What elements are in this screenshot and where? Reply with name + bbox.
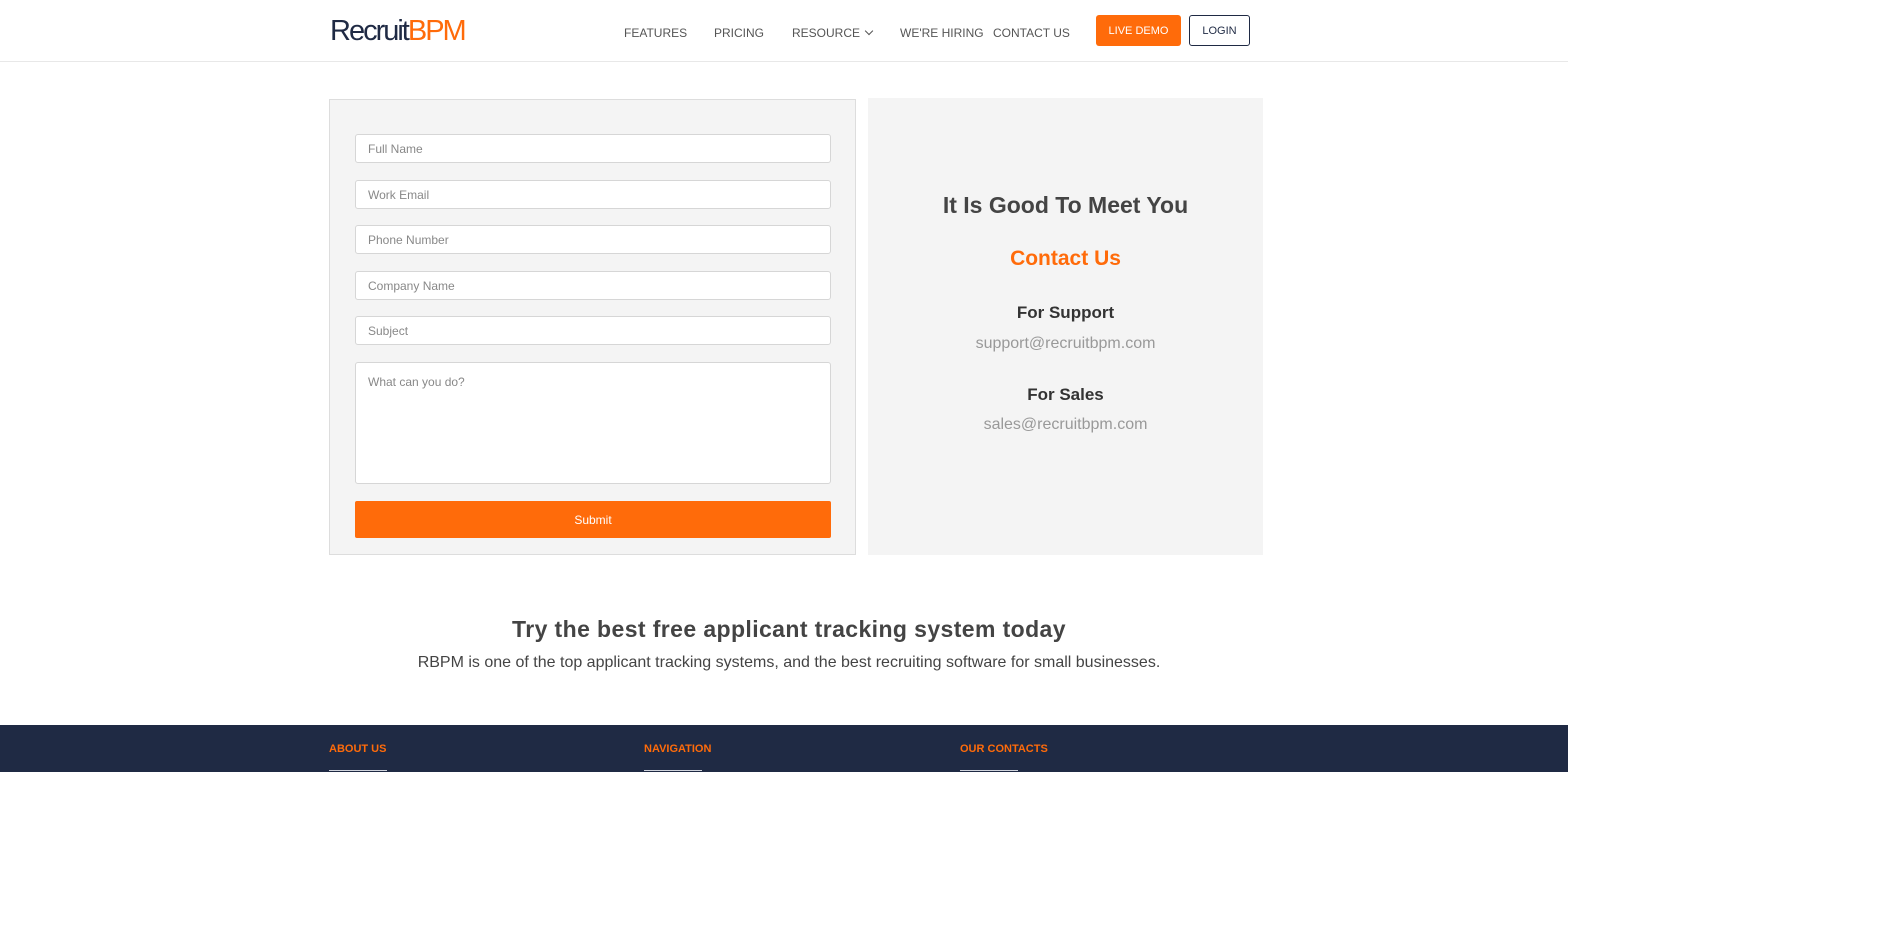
contact-form: Submit xyxy=(329,99,856,555)
support-heading: For Support xyxy=(1016,303,1115,322)
footer-contacts-divider xyxy=(960,770,1018,771)
contact-info-panel: It Is Good To Meet You Contact Us For Su… xyxy=(868,98,1263,555)
phone-number-input[interactable] xyxy=(355,225,831,254)
nav-resource-label: RESOURCE xyxy=(792,26,861,40)
site-footer: ABOUT US NAVIGATION OUR CONTACTS xyxy=(0,725,1568,772)
nav-were-hiring[interactable]: WE'RE HIRING xyxy=(900,26,984,40)
greeting-heading: It Is Good To Meet You xyxy=(942,192,1189,218)
footer-navigation-heading: NAVIGATION xyxy=(644,743,712,755)
support-email-link[interactable]: support@recruitbpm.com xyxy=(868,335,1263,353)
contact-us-heading: Contact Us xyxy=(1010,247,1121,270)
nav-pricing[interactable]: PRICING xyxy=(714,26,764,40)
site-header: RecruitBPM FEATURES PRICING RESOURCE WE'… xyxy=(0,0,1568,62)
footer-about-heading: ABOUT US xyxy=(329,743,387,755)
footer-navigation-divider xyxy=(644,770,702,771)
submit-button[interactable]: Submit xyxy=(355,501,831,538)
work-email-input[interactable] xyxy=(355,180,831,209)
logo-text-bpm: BPM xyxy=(407,15,467,47)
live-demo-button[interactable]: LIVE DEMO xyxy=(1096,15,1181,46)
sales-email-link[interactable]: sales@recruitbpm.com xyxy=(868,416,1263,434)
login-button[interactable]: LOGIN xyxy=(1189,15,1250,46)
company-name-input[interactable] xyxy=(355,271,831,300)
footer-contacts-heading: OUR CONTACTS xyxy=(960,743,1048,755)
cta-heading: Try the best free applicant tracking sys… xyxy=(512,616,1066,642)
message-textarea[interactable] xyxy=(355,362,831,484)
sales-heading: For Sales xyxy=(1027,385,1104,404)
full-name-input[interactable] xyxy=(355,134,831,163)
nav-contact-us[interactable]: CONTACT US xyxy=(993,26,1070,40)
logo-text-recruit: Recruit xyxy=(330,15,410,47)
nav-resource[interactable]: RESOURCE xyxy=(792,26,874,40)
chevron-down-icon xyxy=(864,26,874,36)
footer-about-divider xyxy=(329,770,387,771)
cta-description: RBPM is one of the top applicant trackin… xyxy=(417,654,1161,671)
subject-input[interactable] xyxy=(355,316,831,345)
recruitbpm-logo[interactable]: RecruitBPM xyxy=(330,14,467,48)
nav-features[interactable]: FEATURES xyxy=(624,26,687,40)
